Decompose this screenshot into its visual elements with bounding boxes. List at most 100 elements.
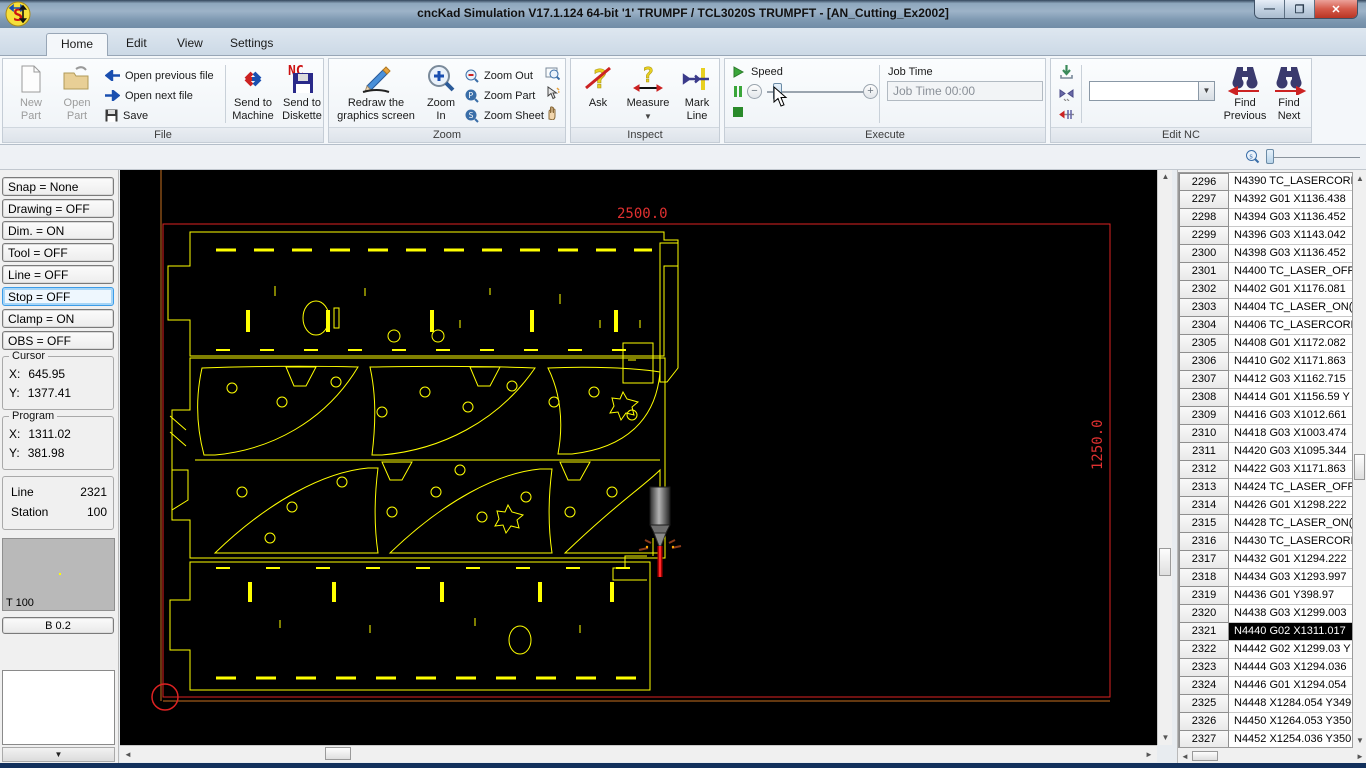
nc-row[interactable]: 2325 N4448 X1284.054 Y349	[1179, 695, 1352, 713]
close-button[interactable]: ✕	[1315, 0, 1357, 18]
nc-row[interactable]: 2308 N4414 G01 X1156.59 Y	[1179, 389, 1352, 407]
nc-code[interactable]: N4418 G03 X1003.474	[1229, 425, 1352, 443]
nc-code[interactable]: N4394 G03 X1136.452	[1229, 209, 1352, 227]
nc-row[interactable]: 2326 N4450 X1264.053 Y350	[1179, 713, 1352, 731]
new-part-button[interactable]: New Part	[9, 62, 53, 123]
zoom-part-button[interactable]: P Zoom Part	[465, 87, 535, 104]
nc-line-number[interactable]: 2321	[1179, 623, 1229, 641]
nc-row[interactable]: 2296 N4390 TC_LASERCORR	[1179, 173, 1352, 191]
nc-line-number[interactable]: 2313	[1179, 479, 1229, 497]
nc-code[interactable]: N4424 TC_LASER_OFF	[1229, 479, 1352, 497]
nc-code[interactable]: N4428 TC_LASER_ON(	[1229, 515, 1352, 533]
nc-code[interactable]: N4442 G02 X1299.03 Y	[1229, 641, 1352, 659]
nc-code[interactable]: N4410 G02 X1171.863	[1229, 353, 1352, 371]
nc-line-number[interactable]: 2326	[1179, 713, 1229, 731]
canvas-vscroll-thumb[interactable]	[1159, 548, 1171, 576]
nc-line-number[interactable]: 2306	[1179, 353, 1229, 371]
nc-code[interactable]: N4404 TC_LASER_ON(	[1229, 299, 1352, 317]
nc-code[interactable]: N4438 G03 X1299.003	[1229, 605, 1352, 623]
nc-line-number[interactable]: 2303	[1179, 299, 1229, 317]
nc-row[interactable]: 2318 N4434 G03 X1293.997	[1179, 569, 1352, 587]
nc-code[interactable]: N4420 G03 X1095.344	[1229, 443, 1352, 461]
nc-code[interactable]: N4436 G01 Y398.97	[1229, 587, 1352, 605]
nc-code[interactable]: N4414 G01 X1156.59 Y	[1229, 389, 1352, 407]
nc-line-number[interactable]: 2304	[1179, 317, 1229, 335]
toggle-snap[interactable]: Snap = None	[2, 177, 114, 196]
canvas-vscroll-up-icon[interactable]: ▲	[1158, 172, 1173, 181]
pause-icon[interactable]	[733, 86, 743, 97]
nc-code[interactable]: N4390 TC_LASERCORR	[1229, 173, 1352, 191]
nc-code[interactable]: N4402 G01 X1176.081	[1229, 281, 1352, 299]
nc-row[interactable]: 2297 N4392 G01 X1136.438	[1179, 191, 1352, 209]
nc-code[interactable]: N4406 TC_LASERCORR	[1229, 317, 1352, 335]
nc-line-number[interactable]: 2323	[1179, 659, 1229, 677]
nc-hscroll-left-icon[interactable]: ◄	[1180, 752, 1190, 761]
mini-zoom-slider-thumb[interactable]	[1266, 149, 1274, 164]
nc-row[interactable]: 2312 N4422 G03 X1171.863	[1179, 461, 1352, 479]
nc-row[interactable]: 2309 N4416 G03 X1012.661	[1179, 407, 1352, 425]
zoom-window-button[interactable]	[545, 66, 561, 85]
tab-home[interactable]: Home	[46, 33, 109, 56]
tool-preview[interactable]: T 100	[2, 538, 115, 611]
nc-line-number[interactable]: 2317	[1179, 551, 1229, 569]
zoom-out-button[interactable]: Zoom Out	[465, 67, 533, 84]
minimize-button[interactable]: —	[1255, 0, 1285, 18]
nc-hscroll-right-icon[interactable]: ►	[1355, 752, 1365, 761]
nc-row[interactable]: 2306 N4410 G02 X1171.863	[1179, 353, 1352, 371]
nc-code[interactable]: N4444 G03 X1294.036	[1229, 659, 1352, 677]
zoom-dynamic-button[interactable]	[545, 86, 560, 105]
nc-code[interactable]: N4434 G03 X1293.997	[1229, 569, 1352, 587]
nc-row[interactable]: 2303 N4404 TC_LASER_ON(	[1179, 299, 1352, 317]
toggle-clamp[interactable]: Clamp = ON	[2, 309, 114, 328]
mark-line-button[interactable]: Mark Line	[677, 62, 717, 123]
nc-vscroll-thumb[interactable]	[1354, 454, 1365, 480]
nc-code[interactable]: N4426 G01 X1298.222	[1229, 497, 1352, 515]
send-to-machine-button[interactable]: Send to Machine	[229, 62, 277, 123]
nc-line-number[interactable]: 2300	[1179, 245, 1229, 263]
nc-vscroll-up-icon[interactable]: ▲	[1353, 174, 1366, 183]
tab-settings[interactable]: Settings	[216, 33, 287, 56]
nc-row[interactable]: 2323 N4444 G03 X1294.036	[1179, 659, 1352, 677]
canvas-vscroll-down-icon[interactable]: ▼	[1158, 733, 1173, 742]
toggle-dim[interactable]: Dim. = ON	[2, 221, 114, 240]
nc-line-number[interactable]: 2301	[1179, 263, 1229, 281]
import-nc-button[interactable]	[1059, 64, 1074, 84]
toggle-obs[interactable]: OBS = OFF	[2, 331, 114, 350]
nc-row[interactable]: 2310 N4418 G03 X1003.474	[1179, 425, 1352, 443]
nc-code[interactable]: N4446 G01 X1294.054	[1229, 677, 1352, 695]
nc-row[interactable]: 2307 N4412 G03 X1162.715	[1179, 371, 1352, 389]
nc-vscrollbar[interactable]: ▲ ▼	[1353, 172, 1366, 748]
nc-code[interactable]: N4432 G01 X1294.222	[1229, 551, 1352, 569]
open-next-file-button[interactable]: Open next file	[105, 87, 193, 104]
save-button[interactable]: Save	[105, 107, 148, 124]
canvas-hscroll-right-icon[interactable]: ►	[1143, 750, 1155, 759]
nc-row[interactable]: 2327 N4452 X1254.036 Y350	[1179, 731, 1352, 747]
nc-line-number[interactable]: 2318	[1179, 569, 1229, 587]
nc-line-number[interactable]: 2315	[1179, 515, 1229, 533]
nc-vscroll-down-icon[interactable]: ▼	[1353, 736, 1366, 745]
tab-view[interactable]: View	[163, 33, 217, 56]
tab-edit[interactable]: Edit	[112, 33, 161, 56]
canvas-hscroll-thumb[interactable]	[325, 747, 351, 760]
nc-line-number[interactable]: 2297	[1179, 191, 1229, 209]
nc-code[interactable]: N4422 G03 X1171.863	[1229, 461, 1352, 479]
toggle-tool[interactable]: Tool = OFF	[2, 243, 114, 262]
nc-row[interactable]: 2304 N4406 TC_LASERCORR	[1179, 317, 1352, 335]
nc-line-number[interactable]: 2327	[1179, 731, 1229, 747]
insert-nc-button[interactable]	[1059, 108, 1076, 126]
nc-line-number[interactable]: 2312	[1179, 461, 1229, 479]
nc-row[interactable]: 2316 N4430 TC_LASERCORR	[1179, 533, 1352, 551]
stop-icon[interactable]	[733, 107, 743, 117]
nc-code-selected[interactable]: N4440 G02 X1311.017	[1229, 623, 1352, 641]
nc-row[interactable]: 2324 N4446 G01 X1294.054	[1179, 677, 1352, 695]
nc-line-number[interactable]: 2320	[1179, 605, 1229, 623]
sidebar-expand-button[interactable]: ▼	[2, 747, 115, 762]
nc-line-number[interactable]: 2322	[1179, 641, 1229, 659]
nc-line-number[interactable]: 2316	[1179, 533, 1229, 551]
measure-dropdown-caret[interactable]: ▼	[621, 110, 675, 123]
play-icon[interactable]	[733, 66, 744, 78]
nc-line-number[interactable]: 2308	[1179, 389, 1229, 407]
mini-zoom-icon[interactable]: s	[1245, 149, 1260, 164]
nc-row[interactable]: 2302 N4402 G01 X1176.081	[1179, 281, 1352, 299]
send-to-diskette-button[interactable]: NC Send to Diskette	[279, 62, 325, 123]
